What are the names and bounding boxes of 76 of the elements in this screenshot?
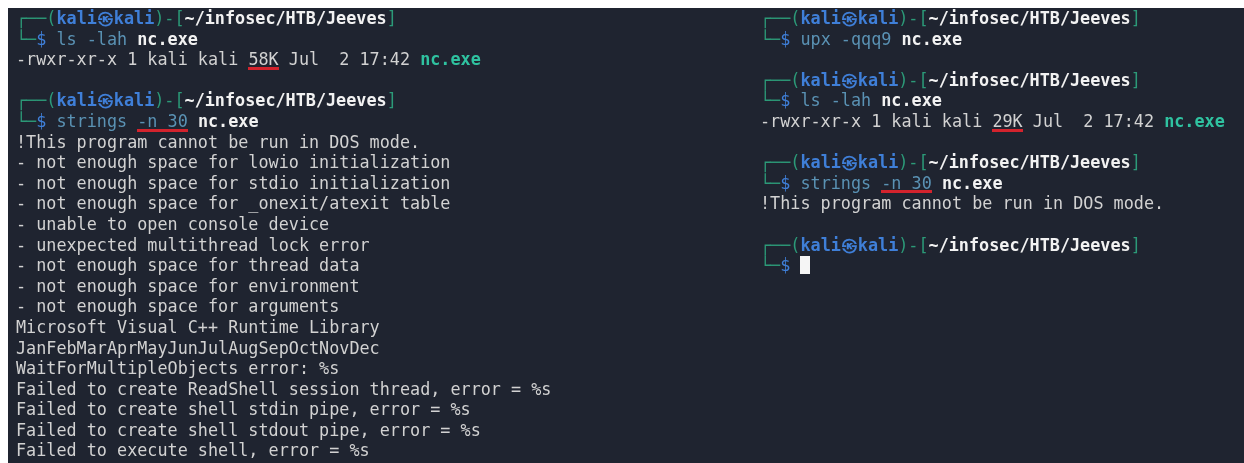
prompt-frame: )-[ <box>898 152 929 173</box>
prompt-frame: ] <box>1130 8 1141 29</box>
prompt-path: ~/infosec/HTB/Jeeves <box>928 69 1131 91</box>
output-text: !This program cannot be run in DOS mode. <box>16 131 421 153</box>
filename-text: nc.exe <box>197 110 259 132</box>
filename-text: nc.exe <box>941 172 1003 194</box>
output-text: - unexpected multithread lock error <box>16 234 370 256</box>
prompt-frame: └─ <box>760 255 781 276</box>
prompt-sigil: $ <box>780 255 791 276</box>
command-text: strings <box>800 172 872 194</box>
output-text: - not enough space for thread data <box>16 255 360 276</box>
prompt-sigil: $ <box>36 110 47 132</box>
prompt-path: ~/infosec/HTB/Jeeves <box>928 8 1131 29</box>
filename-text: nc.exe <box>137 28 198 50</box>
output-text: WaitForMultipleObjects error: %s <box>16 358 340 379</box>
command-text: ls -lah <box>800 90 872 111</box>
prompt-frame: ] <box>386 8 397 29</box>
prompt-path: ~/infosec/HTB/Jeeves <box>928 234 1131 256</box>
prompt-sigil: $ <box>36 28 47 50</box>
prompt-frame: )-[ <box>154 90 185 111</box>
output-text: - unable to open console device <box>16 213 330 235</box>
prompt-sigil: $ <box>780 28 791 50</box>
prompt-frame: ] <box>1130 69 1141 91</box>
prompt-user: kali㉿kali <box>800 69 899 91</box>
prompt-frame: )-[ <box>898 69 929 91</box>
output-text: Failed to create shell stdout pipe, error = %s <box>16 419 481 441</box>
prompt-frame: )-[ <box>898 234 929 256</box>
prompt-frame: ] <box>1130 234 1141 256</box>
prompt-user: kali㉿kali <box>800 152 899 173</box>
prompt-frame: └─ <box>16 28 37 50</box>
prompt-frame: )-[ <box>154 8 185 29</box>
prompt-path: ~/infosec/HTB/Jeeves <box>184 90 387 111</box>
filename-text: nc.exe <box>901 28 963 50</box>
prompt-frame: └─ <box>760 172 781 194</box>
executable-filename: nc.exe <box>420 49 481 70</box>
output-text: !This program cannot be run in DOS mode. <box>760 193 1165 214</box>
prompt-user: kali㉿kali <box>56 8 155 29</box>
prompt-frame: ┌──( <box>16 90 57 111</box>
prompt-frame: ┌──( <box>760 152 801 173</box>
output-text: - not enough space for environment <box>16 275 360 297</box>
prompt-path: ~/infosec/HTB/Jeeves <box>184 8 387 29</box>
prompt-path: ~/infosec/HTB/Jeeves <box>928 152 1131 173</box>
prompt-sigil: $ <box>780 90 791 111</box>
prompt-user: kali㉿kali <box>56 90 155 111</box>
output-text: Jul 2 17:42 <box>288 49 411 70</box>
filename-text: nc.exe <box>881 90 942 111</box>
command-text: strings <box>56 110 128 132</box>
output-text: Microsoft Visual C++ Runtime Library <box>16 316 380 338</box>
prompt-frame: ] <box>1130 152 1141 173</box>
output-text: - not enough space for _onexit/atexit table <box>16 193 451 214</box>
prompt-frame: ┌──( <box>760 234 801 256</box>
output-text: Failed to create shell stdin pipe, error = %s <box>16 399 471 420</box>
prompt-sigil: $ <box>780 172 791 194</box>
output-text: Failed to execute shell, error = %s <box>16 440 370 462</box>
output-text: 58K <box>248 49 279 70</box>
output-text: - not enough space for lowio initialization <box>16 152 451 173</box>
output-text: - not enough space for stdio initialization <box>16 172 451 194</box>
command-text: ls -lah <box>56 28 128 50</box>
output-text: JanFebMarAprMayJunJulAugSepOctNovDec <box>16 337 380 359</box>
prompt-frame: └─ <box>16 110 37 132</box>
prompt-frame: ┌──( <box>760 69 801 91</box>
prompt-frame: )-[ <box>898 8 929 29</box>
executable-filename: nc.exe <box>1164 110 1225 132</box>
prompt-user: kali㉿kali <box>800 8 899 29</box>
prompt-frame: ┌──( <box>760 8 801 29</box>
command-text: upx -qqq9 <box>800 28 892 50</box>
output-text: Jul 2 17:42 <box>1032 110 1155 132</box>
prompt-frame: ] <box>386 90 397 111</box>
prompt-frame: └─ <box>760 90 781 111</box>
output-text: -rwxr-xr-x 1 kali kali <box>16 49 239 70</box>
prompt-frame: ┌──( <box>16 8 57 29</box>
output-text: - not enough space for arguments <box>16 296 340 317</box>
prompt-user: kali㉿kali <box>800 234 899 256</box>
prompt-frame: └─ <box>760 28 781 50</box>
output-text: -rwxr-xr-x 1 kali kali <box>760 110 983 132</box>
output-text: Failed to create ReadShell session thread, error = %s <box>16 378 552 400</box>
